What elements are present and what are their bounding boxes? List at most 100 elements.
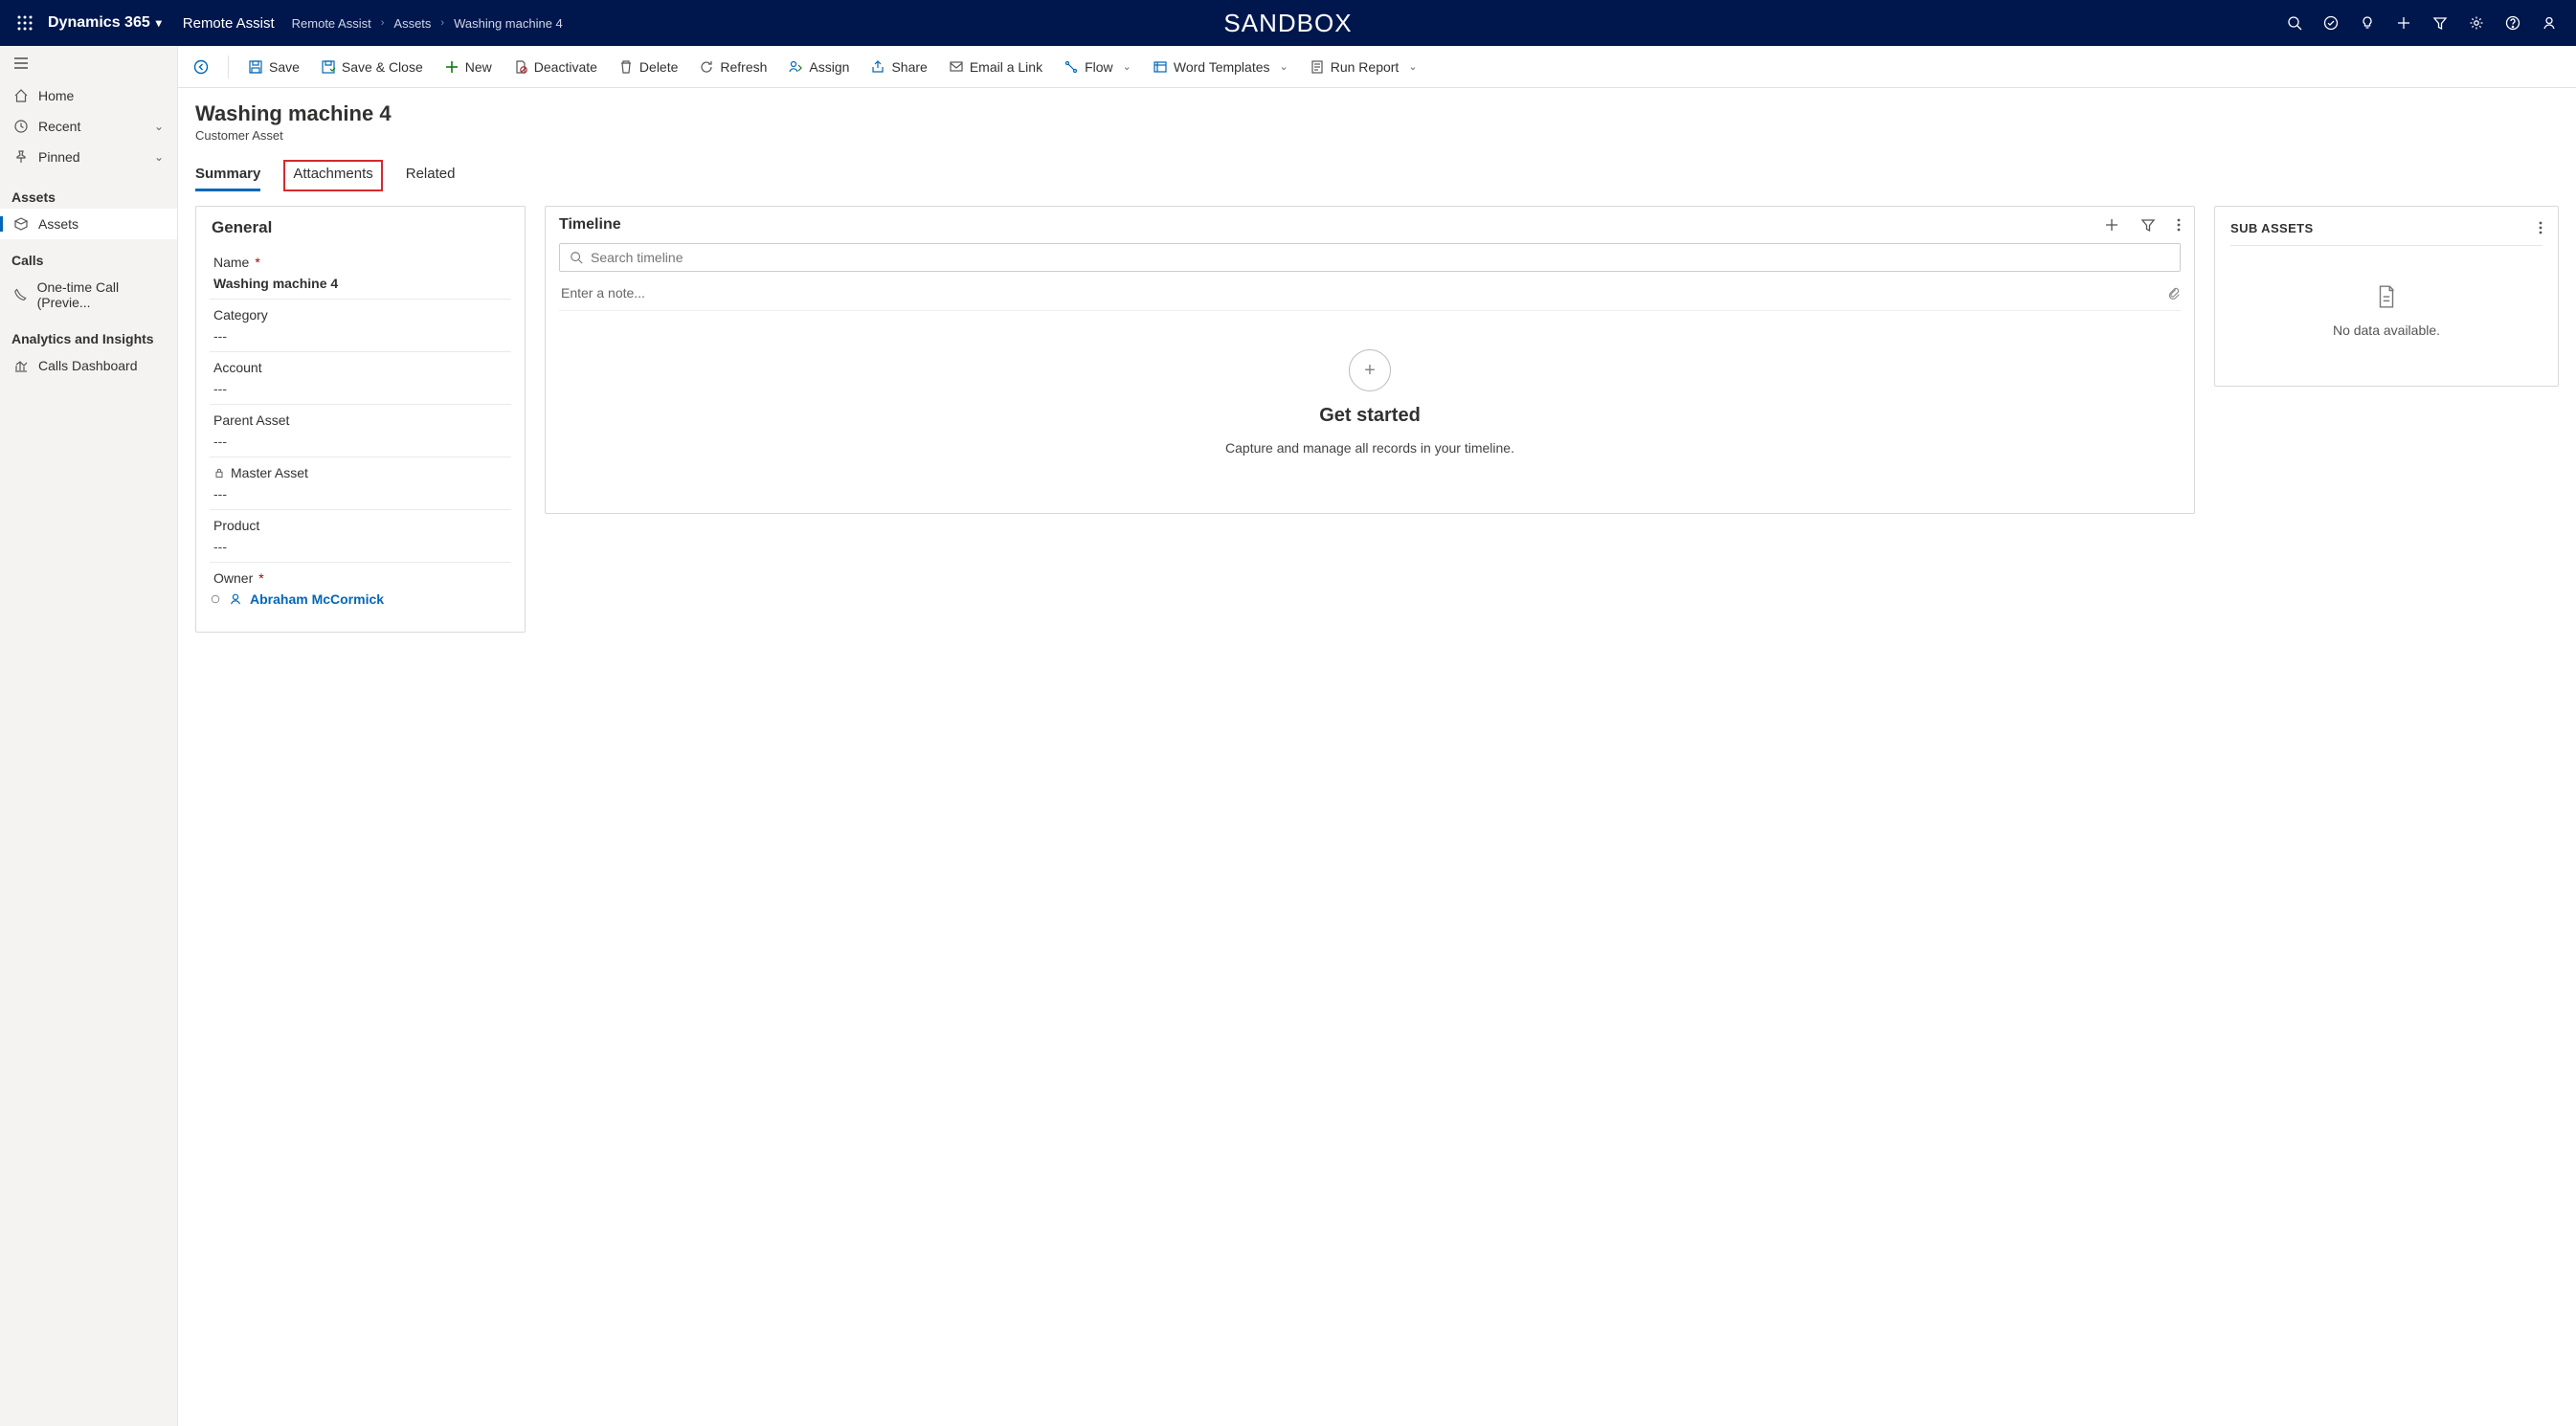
chevron-down-icon: ⌄	[1123, 60, 1131, 73]
lock-icon	[213, 467, 225, 479]
new-button[interactable]: New	[442, 56, 494, 78]
field-label: Account	[213, 360, 262, 375]
breadcrumb-assets[interactable]: Assets	[393, 16, 431, 31]
save-close-button[interactable]: Save & Close	[319, 56, 425, 78]
refresh-button[interactable]: Refresh	[697, 56, 769, 78]
share-button[interactable]: Share	[868, 56, 929, 78]
document-icon	[2374, 284, 2399, 309]
plus-icon[interactable]	[2394, 13, 2413, 33]
brand[interactable]: Dynamics 365 ▾	[48, 14, 162, 32]
tab-summary[interactable]: Summary	[195, 160, 260, 191]
plus-circle-icon[interactable]: +	[1349, 349, 1391, 391]
timeline-more-button[interactable]	[2177, 217, 2181, 233]
command-label: Save	[269, 59, 300, 75]
back-button[interactable]	[191, 56, 211, 78]
presence-icon	[210, 593, 221, 605]
owner-link[interactable]: Abraham McCormick	[250, 591, 384, 607]
left-sidebar: Home Recent ⌄ Pinned ⌄ Assets Assets	[0, 46, 178, 1426]
separator	[228, 56, 229, 78]
assign-button[interactable]: Assign	[786, 56, 851, 78]
chevron-down-icon: ⌄	[1280, 60, 1288, 73]
command-label: Save & Close	[342, 59, 423, 75]
paperclip-icon[interactable]	[2167, 286, 2181, 300]
sidebar-item-pinned[interactable]: Pinned ⌄	[0, 142, 177, 172]
page-title: Washing machine 4	[195, 101, 2559, 126]
page-header: Washing machine 4 Customer Asset	[195, 101, 2559, 143]
tab-attachments[interactable]: Attachments	[283, 160, 382, 191]
field-name[interactable]: Name* Washing machine 4	[210, 247, 511, 300]
breadcrumb-current[interactable]: Washing machine 4	[454, 16, 563, 31]
bulb-icon[interactable]	[2358, 13, 2377, 33]
command-label: Assign	[809, 59, 849, 75]
timeline-card: Timeline Enter a note...	[545, 206, 2195, 514]
app-name[interactable]: Remote Assist	[183, 15, 275, 32]
command-label: Flow	[1085, 59, 1113, 75]
field-label: Owner	[213, 570, 253, 586]
field-master-asset[interactable]: Master Asset ---	[210, 457, 511, 510]
sidebar-item-label: Assets	[38, 216, 78, 232]
timeline-search[interactable]	[559, 243, 2181, 272]
timeline-note-input[interactable]: Enter a note...	[559, 281, 2181, 311]
field-label: Parent Asset	[213, 412, 289, 428]
waffle-launcher[interactable]	[10, 8, 40, 38]
sidebar-group-assets: Assets	[0, 176, 177, 209]
timeline-empty-subtitle: Capture and manage all records in your t…	[1225, 440, 1514, 456]
timeline-empty-state: + Get started Capture and manage all rec…	[546, 311, 2194, 513]
search-icon[interactable]	[2285, 13, 2304, 33]
gear-icon[interactable]	[2467, 13, 2486, 33]
page-subtitle: Customer Asset	[195, 128, 2559, 143]
word-templates-button[interactable]: Word Templates ⌄	[1151, 56, 1290, 78]
sub-assets-more-button[interactable]	[2539, 220, 2542, 235]
chevron-right-icon: ›	[381, 17, 385, 29]
command-bar: Save Save & Close New Deactivate Delete …	[178, 46, 2576, 88]
form-tabs: Summary Attachments Related	[195, 160, 2559, 192]
no-data-label: No data available.	[2333, 323, 2440, 338]
timeline-add-button[interactable]	[2104, 217, 2119, 233]
field-category[interactable]: Category ---	[210, 300, 511, 352]
chevron-down-icon: ⌄	[154, 150, 164, 164]
flow-button[interactable]: Flow ⌄	[1062, 56, 1133, 78]
breadcrumb-root[interactable]: Remote Assist	[292, 16, 371, 31]
field-value: ---	[210, 480, 511, 503]
sidebar-item-calls-dashboard[interactable]: Calls Dashboard	[0, 350, 177, 381]
sidebar-item-label: Pinned	[38, 149, 80, 165]
email-link-button[interactable]: Email a Link	[947, 56, 1044, 78]
field-account[interactable]: Account ---	[210, 352, 511, 405]
help-icon[interactable]	[2503, 13, 2522, 33]
timeline-empty-title: Get started	[1319, 405, 1421, 427]
command-label: Share	[891, 59, 927, 75]
sidebar-item-recent[interactable]: Recent ⌄	[0, 111, 177, 142]
search-icon	[570, 251, 583, 264]
sidebar-item-label: Calls Dashboard	[38, 358, 138, 373]
field-value: ---	[210, 323, 511, 345]
run-report-button[interactable]: Run Report ⌄	[1308, 56, 1420, 78]
delete-button[interactable]: Delete	[616, 56, 680, 78]
sub-assets-title: SUB ASSETS	[2230, 221, 2314, 235]
chevron-right-icon: ›	[440, 17, 444, 29]
deactivate-button[interactable]: Deactivate	[511, 56, 599, 78]
sidebar-item-assets[interactable]: Assets	[0, 209, 177, 239]
field-parent-asset[interactable]: Parent Asset ---	[210, 405, 511, 457]
sidebar-item-home[interactable]: Home	[0, 80, 177, 111]
timeline-title: Timeline	[559, 216, 621, 234]
timeline-filter-button[interactable]	[2140, 217, 2156, 233]
field-value: Washing machine 4	[210, 270, 511, 293]
timeline-search-input[interactable]	[591, 250, 2170, 265]
note-placeholder: Enter a note...	[561, 285, 645, 301]
field-label: Category	[213, 307, 268, 323]
task-icon[interactable]	[2321, 13, 2341, 33]
field-product[interactable]: Product ---	[210, 510, 511, 563]
required-icon: *	[255, 255, 259, 270]
field-owner[interactable]: Owner* Abraham McCormick	[210, 563, 511, 614]
command-label: Word Templates	[1174, 59, 1270, 75]
save-button[interactable]: Save	[246, 56, 302, 78]
filter-icon[interactable]	[2430, 13, 2450, 33]
sub-assets-empty: No data available.	[2215, 246, 2558, 386]
person-icon[interactable]	[2540, 13, 2559, 33]
general-card: General Name* Washing machine 4 Category…	[195, 206, 526, 633]
sidebar-toggle[interactable]	[0, 46, 177, 77]
sub-assets-card: SUB ASSETS No data available.	[2214, 206, 2559, 387]
command-label: New	[465, 59, 492, 75]
sidebar-item-onetime-call[interactable]: One-time Call (Previe...	[0, 272, 177, 318]
tab-related[interactable]: Related	[406, 160, 456, 191]
